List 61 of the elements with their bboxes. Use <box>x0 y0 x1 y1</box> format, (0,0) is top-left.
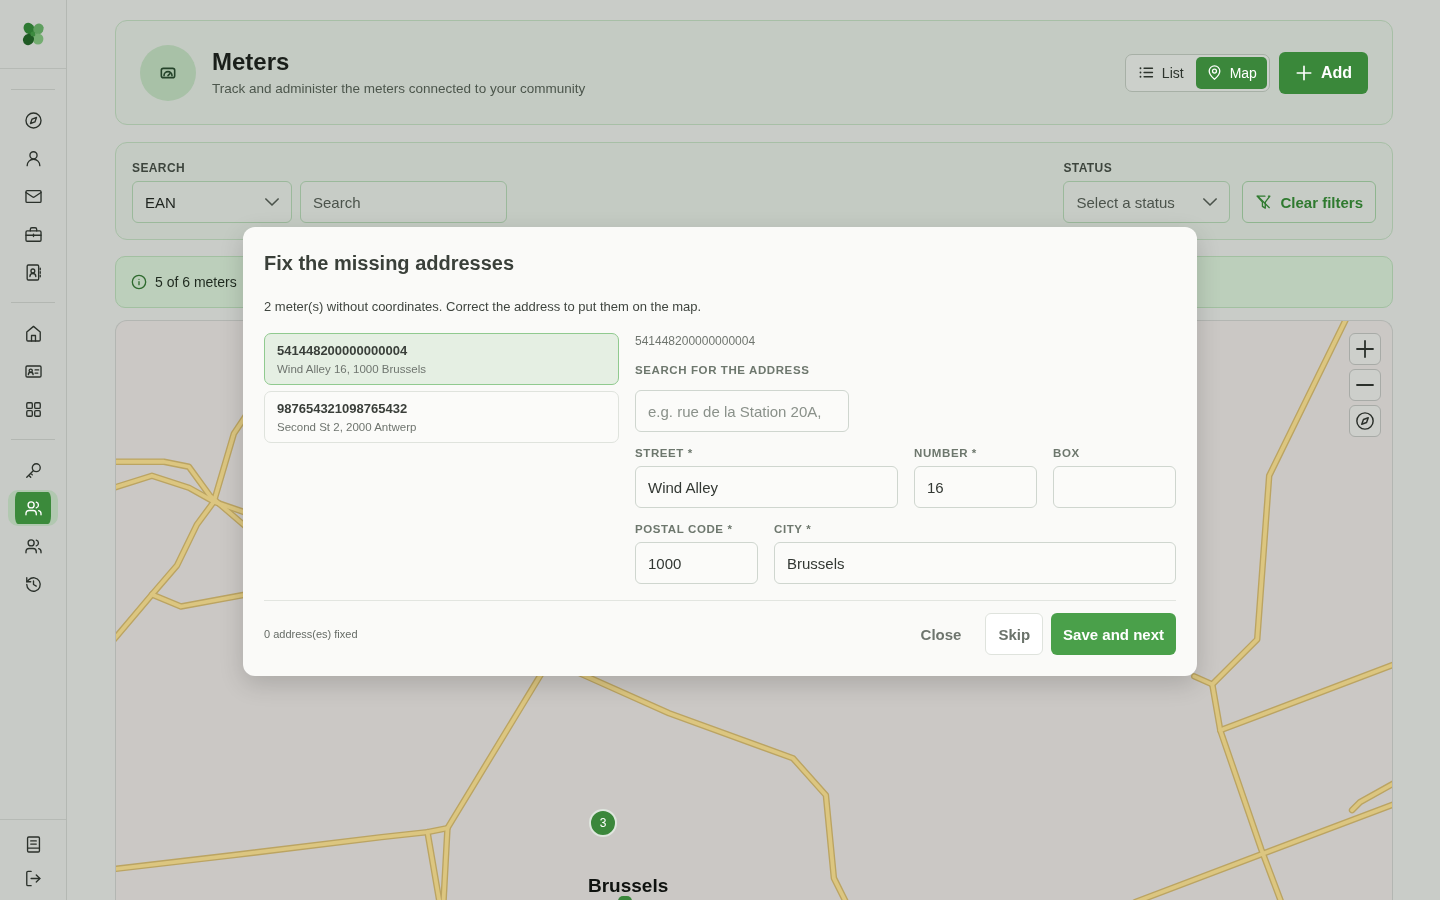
meter-ean: 987654321098765432 <box>277 400 408 417</box>
plus-icon <box>1356 340 1374 358</box>
text-field[interactable]: 16 <box>914 466 1037 508</box>
page-subtitle: Track and administer the meters connected to your community <box>212 79 586 98</box>
dialog-subtitle: 2 meter(s) without coordinates. Correct the address to put them on the map. <box>264 298 703 316</box>
banner-text: 5 of 6 meters <box>155 274 237 290</box>
field-label: STREET * <box>635 446 693 460</box>
view-tab[interactable]: List <box>1127 56 1194 89</box>
search-field[interactable]: Search <box>300 181 507 223</box>
field-label: SEARCH FOR THE ADDRESS <box>635 363 810 377</box>
meter-ean: 541448200000000004 <box>277 342 408 359</box>
list-icon <box>1137 64 1155 81</box>
fixed-count-text: 0 address(es) fixed <box>264 628 358 640</box>
zoom-in-button[interactable] <box>1349 333 1381 365</box>
meter-list-item[interactable]: 541448200000000004 Wind Alley 16, 1000 Brussels <box>264 333 619 385</box>
cluster-marker[interactable]: 3 <box>589 809 617 837</box>
address-search-field[interactable]: e.g. rue de la Station 20A, <box>635 390 849 432</box>
map-marker-icon[interactable] <box>618 896 632 900</box>
compass-icon <box>1356 412 1374 430</box>
info-icon <box>131 274 147 290</box>
meter-address: Second St 2, 2000 Antwerp <box>277 419 417 434</box>
history-icon <box>23 574 43 594</box>
chevron-down-icon <box>1203 198 1218 206</box>
field-label: POSTAL CODE * <box>635 522 733 536</box>
filter-off-icon <box>1255 193 1273 211</box>
status-label: STATUS <box>1063 161 1113 175</box>
text-field[interactable]: 1000 <box>635 542 758 584</box>
dialog-title: Fix the missing addresses <box>264 251 516 275</box>
view-tab[interactable]: Map <box>1195 56 1267 89</box>
home-icon <box>23 323 43 343</box>
chevron-down-icon <box>265 198 279 206</box>
page-title: Meters <box>212 47 291 76</box>
meter-list-item[interactable]: 987654321098765432 Second St 2, 2000 Antwerp <box>264 391 619 443</box>
contact-book-icon <box>23 262 43 282</box>
selected-meter-ean: 541448200000000004 <box>635 333 756 349</box>
grid-icon <box>23 399 43 419</box>
gauge-icon <box>140 44 196 101</box>
field-label: NUMBER * <box>914 446 977 460</box>
search-type-select[interactable]: EAN <box>132 181 292 223</box>
plus-icon <box>1294 63 1313 82</box>
briefcase-icon <box>23 224 43 244</box>
reset-north-button[interactable] <box>1349 405 1381 437</box>
field-label: BOX <box>1053 446 1080 460</box>
text-field[interactable] <box>1053 466 1176 508</box>
add-button[interactable]: Add <box>1278 51 1368 94</box>
dialog-button[interactable]: Close <box>908 613 974 655</box>
search-label: SEARCH <box>132 161 186 175</box>
map-place-label: Brussels <box>588 876 669 895</box>
status-select[interactable]: Select a status <box>1063 181 1231 223</box>
text-field[interactable]: Brussels <box>774 542 1176 584</box>
dialog-button[interactable]: Skip <box>985 613 1044 655</box>
zoom-out-button[interactable] <box>1349 369 1381 401</box>
users-icon <box>23 498 43 518</box>
field-label: CITY * <box>774 522 812 536</box>
meter-address: Wind Alley 16, 1000 Brussels <box>277 361 426 376</box>
logout-icon <box>23 868 43 888</box>
text-field[interactable]: Wind Alley <box>635 466 898 508</box>
minus-icon <box>1356 384 1374 386</box>
key-icon <box>23 460 43 480</box>
users-icon <box>23 536 43 556</box>
compass-icon <box>23 110 43 130</box>
